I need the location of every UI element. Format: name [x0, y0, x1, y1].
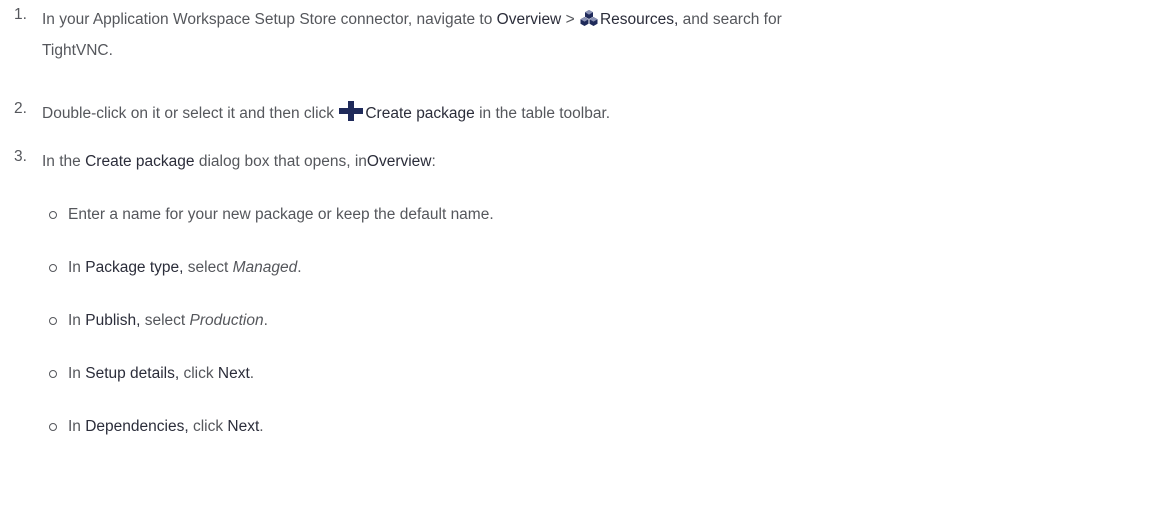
- option-production: Production: [189, 312, 264, 329]
- step-1: 1. In your Application Workspace Setup S…: [10, 6, 1164, 65]
- substep-1: Enter a name for your new package or kee…: [49, 203, 494, 227]
- substep-4: In Setup details, click Next.: [49, 362, 255, 386]
- bullet-icon: [49, 423, 57, 431]
- ui-next: Next: [227, 418, 260, 435]
- text: In your Application Workspace Setup Stor…: [42, 11, 497, 28]
- bullet-icon: [49, 211, 57, 219]
- text: In the: [42, 153, 86, 170]
- resources-icon: [580, 9, 598, 37]
- step-number: 2.: [14, 100, 27, 117]
- substep-3: In Publish, select Production.: [49, 309, 268, 333]
- text: dialog box that opens, in: [194, 153, 367, 170]
- ui-resources: Resources,: [599, 11, 679, 28]
- substep-2: In Package type, select Managed.: [49, 256, 302, 280]
- text: In: [68, 259, 86, 276]
- ui-setup-details: Setup details,: [85, 365, 180, 382]
- ui-package-type: Package type,: [85, 259, 184, 276]
- ui-overview: Overview: [496, 11, 562, 28]
- text: Enter a name for your new package or kee…: [68, 206, 494, 223]
- text: .: [297, 259, 302, 276]
- separator: >: [561, 11, 579, 28]
- ui-publish: Publish,: [85, 312, 141, 329]
- bullet-icon: [49, 264, 57, 272]
- text: select: [183, 259, 233, 276]
- text: in the table toolbar.: [474, 105, 611, 122]
- text: .: [263, 312, 268, 329]
- step-number: 3.: [14, 148, 27, 165]
- text: click: [179, 365, 218, 382]
- step-2: 2. Double-click on it or select it and t…: [10, 100, 1164, 131]
- bullet-icon: [49, 317, 57, 325]
- text: :: [431, 153, 436, 170]
- ui-create-package: Create package: [365, 105, 475, 122]
- ui-dependencies: Dependencies,: [85, 418, 189, 435]
- bullet-icon: [49, 370, 57, 378]
- text: In: [68, 365, 86, 382]
- step-3: 3. In the Create package dialog box that…: [10, 148, 1164, 176]
- step-number: 1.: [14, 6, 27, 23]
- step-text: In your Application Workspace Setup Stor…: [42, 6, 1164, 65]
- step-text: In the Create package dialog box that op…: [42, 148, 1164, 176]
- ui-create-package: Create package: [85, 153, 195, 170]
- text: select: [140, 312, 190, 329]
- text: .: [259, 418, 264, 435]
- substep-5: In Dependencies, click Next.: [49, 415, 264, 439]
- text: Double-click on it or select it and then…: [42, 105, 339, 122]
- ui-overview: Overview: [366, 153, 432, 170]
- step-text: Double-click on it or select it and then…: [42, 100, 1164, 131]
- text: and search for: [678, 11, 782, 28]
- text: In: [68, 418, 86, 435]
- text: TightVNC.: [42, 42, 113, 59]
- option-managed: Managed: [232, 259, 298, 276]
- text: In: [68, 312, 86, 329]
- text: click: [188, 418, 228, 435]
- ui-next: Next: [217, 365, 250, 382]
- text: .: [249, 365, 255, 382]
- plus-icon: [339, 101, 364, 131]
